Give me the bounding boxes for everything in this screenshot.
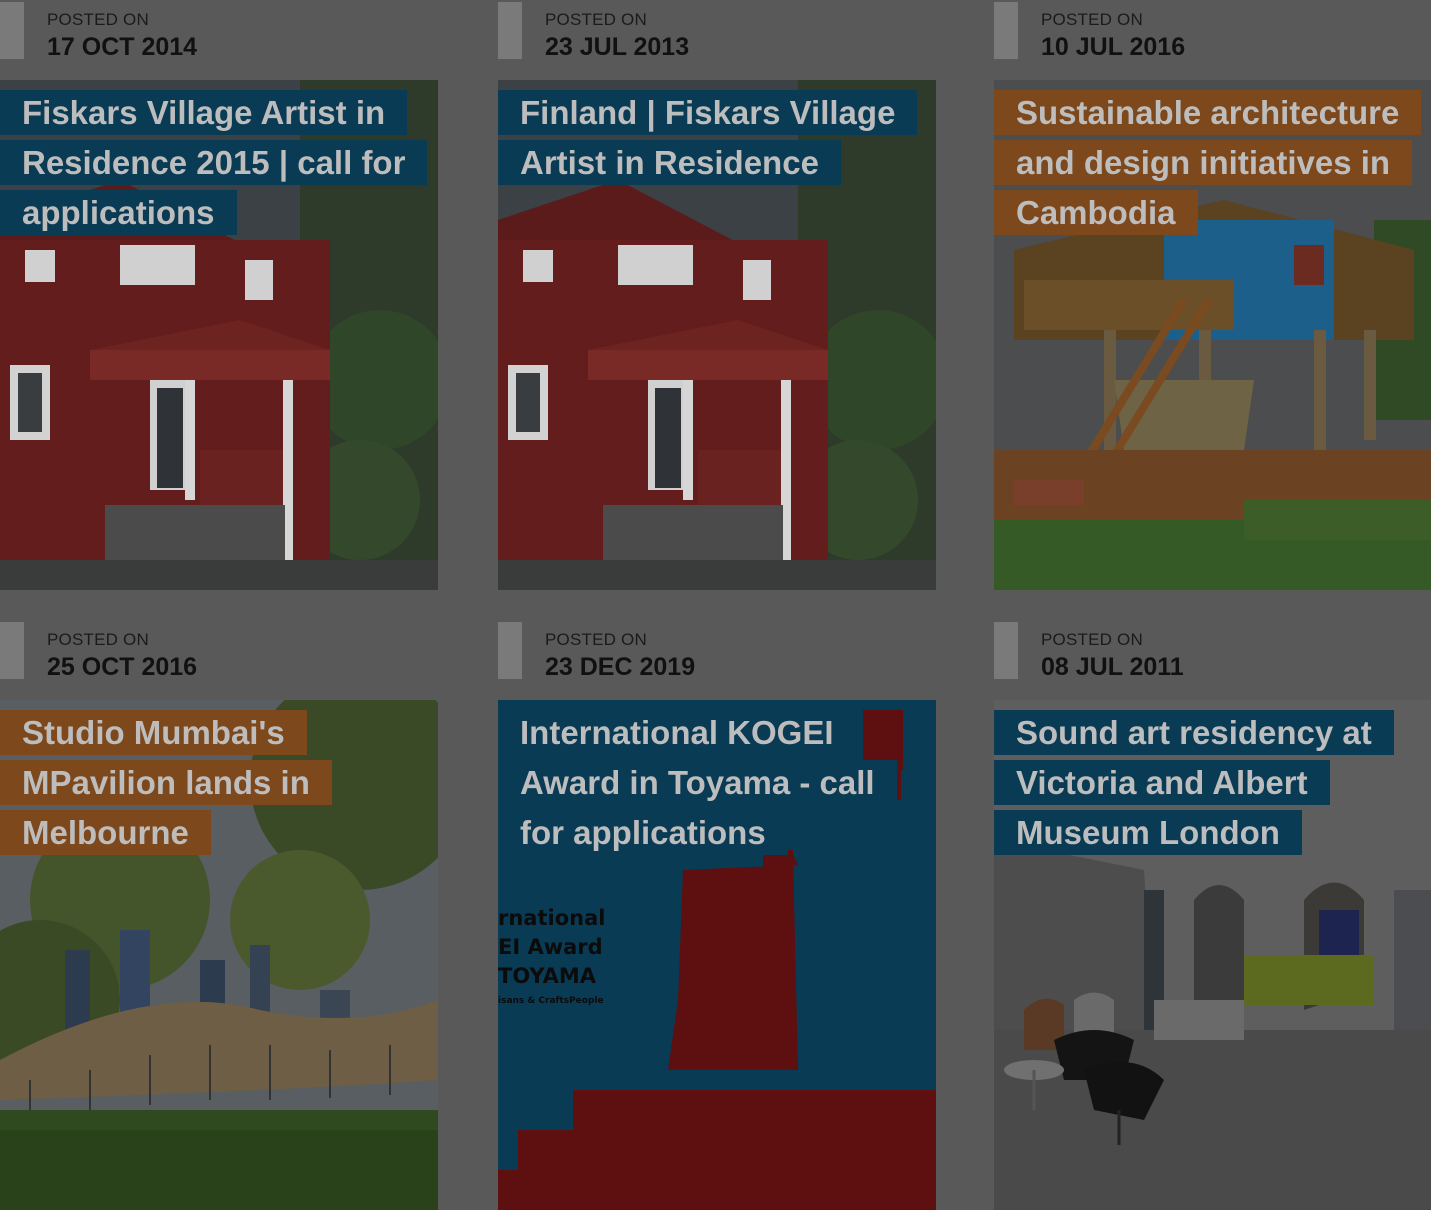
post-date: 25 OCT 2016 [47, 653, 198, 681]
post-date: 08 JUL 2011 [1041, 653, 1184, 681]
post-meta: POSTED ON 17 OCT 2014 [0, 0, 438, 80]
post-meta: POSTED ON 25 OCT 2016 [0, 620, 438, 700]
post-meta: POSTED ON 23 JUL 2013 [498, 0, 936, 80]
post-title[interactable]: Finland | Fiskars Village Artist in Resi… [498, 88, 918, 188]
post-date: 23 DEC 2019 [545, 653, 696, 681]
post-date: 17 OCT 2014 [47, 33, 198, 61]
post-card: POSTED ON 25 OCT 2016 Studio Mumbai's MP… [0, 620, 438, 1210]
post-meta: POSTED ON 23 DEC 2019 [498, 620, 936, 700]
date-accent-bar [0, 2, 24, 59]
posted-on-label: POSTED ON [545, 10, 647, 29]
post-title[interactable]: International KOGEI Award in Toyama - ca… [498, 708, 918, 858]
poster-text-line: EI Award [498, 935, 603, 959]
post-title[interactable]: Sustainable architecture and design init… [994, 88, 1422, 238]
post-thumbnail-link[interactable]: rnational EI Award TOYAMA isans & Crafts… [498, 700, 936, 1210]
post-date: 10 JUL 2016 [1041, 33, 1186, 61]
post-title[interactable]: Studio Mumbai's MPavilion lands in Melbo… [0, 708, 420, 858]
post-thumbnail-link[interactable]: Sustainable architecture and design init… [994, 80, 1431, 590]
post-title-text[interactable]: Studio Mumbai's MPavilion lands in Melbo… [0, 710, 332, 855]
posted-on-label: POSTED ON [1041, 630, 1143, 649]
post-title-text[interactable]: Sound art residency at Victoria and Albe… [994, 710, 1394, 855]
date-accent-bar [0, 622, 24, 679]
post-title-text[interactable]: Sustainable architecture and design init… [994, 90, 1422, 235]
poster-text-line: isans & CraftsPeople [498, 996, 604, 1006]
date-accent-bar [498, 622, 522, 679]
post-thumbnail-link[interactable]: Finland | Fiskars Village Artist in Resi… [498, 80, 936, 590]
post-card: POSTED ON 08 JUL 2011 Sound art residenc… [994, 620, 1431, 1210]
post-card: POSTED ON 10 JUL 2016 Sustainable archit… [994, 0, 1431, 590]
post-thumbnail-link[interactable]: Fiskars Village Artist in Residence 2015… [0, 80, 438, 590]
date-accent-bar [994, 622, 1018, 679]
posted-on-label: POSTED ON [47, 630, 149, 649]
post-grid: POSTED ON 17 OCT 2014 Fiskars Village Ar… [0, 0, 1431, 1210]
post-title[interactable]: Fiskars Village Artist in Residence 2015… [0, 88, 428, 238]
post-thumbnail-link[interactable]: Sound art residency at Victoria and Albe… [994, 700, 1431, 1210]
posted-on-label: POSTED ON [545, 630, 647, 649]
post-date: 23 JUL 2013 [545, 33, 690, 61]
poster-text-line: rnational [498, 906, 605, 930]
post-title-text[interactable]: Fiskars Village Artist in Residence 2015… [0, 90, 428, 235]
posted-on-label: POSTED ON [1041, 10, 1143, 29]
post-thumbnail-link[interactable]: Studio Mumbai's MPavilion lands in Melbo… [0, 700, 438, 1210]
post-card: POSTED ON 23 DEC 2019 rnational EI Award… [498, 620, 936, 1210]
posted-on-label: POSTED ON [47, 10, 149, 29]
post-card: POSTED ON 23 JUL 2013 Finland | Fiskars … [498, 0, 936, 590]
post-meta: POSTED ON 10 JUL 2016 [994, 0, 1431, 80]
post-card: POSTED ON 17 OCT 2014 Fiskars Village Ar… [0, 0, 438, 590]
post-title-text[interactable]: International KOGEI Award in Toyama - ca… [498, 710, 897, 855]
post-meta: POSTED ON 08 JUL 2011 [994, 620, 1431, 700]
poster-text-line: TOYAMA [498, 964, 597, 988]
date-accent-bar [994, 2, 1018, 59]
post-title-text[interactable]: Finland | Fiskars Village Artist in Resi… [498, 90, 918, 185]
date-accent-bar [498, 2, 522, 59]
post-title[interactable]: Sound art residency at Victoria and Albe… [994, 708, 1414, 858]
